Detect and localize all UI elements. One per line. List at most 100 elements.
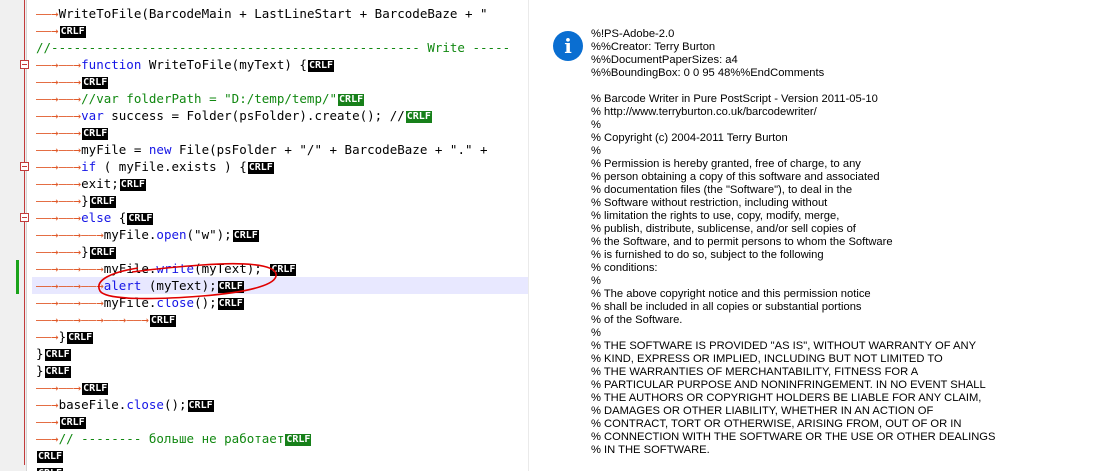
- code-token: //var folderPath = "D:/temp/temp/": [81, 91, 338, 106]
- tab-arrow-icon: ——→: [58, 261, 82, 276]
- code-line[interactable]: ——→ CRLF: [36, 413, 86, 430]
- crlf-marker: CRLF: [37, 451, 64, 463]
- code-line[interactable]: ——→} CRLF: [36, 328, 94, 345]
- fold-toggle-icon[interactable]: [20, 60, 29, 69]
- code-line[interactable]: ——→——→//var folderPath = "D:/temp/temp/"…: [36, 90, 365, 107]
- tab-arrow-icon: ——→: [36, 244, 59, 259]
- crlf-marker: CRLF: [270, 264, 297, 276]
- code-line[interactable]: CRLF: [36, 464, 64, 471]
- code-editor[interactable]: ——→ WriteToFile(BarcodeMain + LastLineSta…: [0, 0, 528, 471]
- code-line[interactable]: ——→——→else {CRLF: [36, 209, 154, 226]
- code-token: ();: [163, 397, 187, 412]
- crlf-marker: CRLF: [44, 349, 71, 361]
- code-line[interactable]: //--------------------------------------…: [36, 39, 510, 56]
- code-line[interactable]: ——→——→function WriteToFile(myText) {CRLF: [36, 56, 335, 73]
- tab-arrow-icon: ——→: [36, 210, 59, 225]
- code-line[interactable]: ——→ CRLF: [36, 22, 86, 39]
- code-line[interactable]: ——→——→var success = Folder(psFolder).cre…: [36, 107, 432, 124]
- tab-arrow-icon: ——→: [103, 312, 127, 327]
- code-token: WriteToFile: [58, 6, 142, 21]
- code-line[interactable]: ——→——→ CRLF: [36, 73, 109, 90]
- code-line[interactable]: ——→——→ CRLF: [36, 124, 109, 141]
- code-line[interactable]: ——→——→——→——→——→ CRLF: [36, 311, 176, 328]
- tab-arrow-icon: ——→: [58, 125, 82, 140]
- code-line[interactable]: ——→WriteToFile(BarcodeMain + LastLineSta…: [36, 5, 488, 22]
- crlf-marker: CRLF: [59, 417, 86, 429]
- crlf-marker: CRLF: [232, 230, 259, 242]
- tab-arrow-icon: ——→: [58, 278, 82, 293]
- crlf-marker: CRLF: [247, 162, 274, 174]
- code-token: else: [81, 210, 112, 225]
- tab-arrow-icon: ——→: [58, 159, 82, 174]
- code-token: baseFile.: [58, 397, 127, 412]
- crlf-marker: CRLF: [67, 332, 94, 344]
- code-line[interactable]: ——→baseFile.close(); CRLF: [36, 396, 214, 413]
- code-token: }: [81, 193, 89, 208]
- code-token: WriteToFile(myText) {: [141, 57, 307, 72]
- tab-arrow-icon: ——→: [36, 380, 59, 395]
- crlf-marker: CRLF: [217, 298, 244, 310]
- crlf-marker: CRLF: [82, 383, 109, 395]
- code-line[interactable]: ——→——→} CRLF: [36, 192, 116, 209]
- tab-arrow-icon: ——→: [36, 57, 59, 72]
- code-line[interactable]: ——→——→if ( myFile.exists ) {CRLF: [36, 158, 274, 175]
- code-token: (myText);: [141, 278, 217, 293]
- fold-guide-line: [24, 0, 25, 465]
- crlf-marker: CRLF: [127, 213, 154, 225]
- code-line[interactable]: ——→// -------- больше не работает CRLF: [36, 430, 312, 447]
- tab-arrow-icon: ——→: [36, 125, 59, 140]
- tab-arrow-icon: ——→: [36, 227, 59, 242]
- info-icon: i: [553, 31, 583, 61]
- crlf-marker: CRLF: [187, 400, 214, 412]
- code-token: alert: [103, 278, 142, 293]
- code-line[interactable]: ——→——→——→alert (myText); CRLF: [32, 277, 528, 294]
- code-token: }: [58, 329, 67, 344]
- code-line[interactable]: } CRLF: [36, 362, 71, 379]
- crlf-marker: CRLF: [82, 77, 109, 89]
- code-token: //--------------------------------------…: [36, 40, 511, 55]
- tab-arrow-icon: ——→: [81, 312, 104, 327]
- tab-arrow-icon: ——→: [36, 295, 59, 310]
- tab-arrow-icon: ——→: [36, 431, 59, 446]
- code-token: open: [156, 227, 187, 242]
- code-line[interactable]: } CRLF: [36, 345, 71, 362]
- tab-arrow-icon: ——→: [81, 278, 104, 293]
- code-line[interactable]: ——→——→} CRLF: [36, 243, 116, 260]
- crlf-marker: CRLF: [89, 247, 116, 259]
- tab-arrow-icon: ——→: [126, 312, 149, 327]
- tab-arrow-icon: ——→: [58, 210, 82, 225]
- tab-arrow-icon: ——→: [36, 278, 59, 293]
- code-token: myFile =: [81, 142, 149, 157]
- code-line[interactable]: ——→——→——→myFile.write(myText); CRLF: [36, 260, 297, 277]
- tab-arrow-icon: ——→: [58, 91, 82, 106]
- crlf-marker: CRLF: [59, 26, 86, 38]
- code-line[interactable]: ——→——→myFile = new File(psFolder + "/" +…: [36, 141, 488, 158]
- tab-arrow-icon: ——→: [58, 176, 82, 191]
- crlf-marker: CRLF: [307, 60, 335, 72]
- code-token: new: [148, 142, 172, 157]
- crlf-marker: CRLF: [217, 281, 244, 293]
- code-token: (BarcodeMain + LastLineStart + BarcodeBa…: [141, 6, 488, 21]
- tab-arrow-icon: ——→: [36, 108, 59, 123]
- tab-arrow-icon: ——→: [58, 57, 82, 72]
- fold-toggle-icon[interactable]: [20, 213, 29, 222]
- code-token: exit;: [81, 176, 119, 191]
- alert-dialog: i %!PS-Adobe-2.0 %%Creator: Terry Burton…: [528, 0, 1094, 471]
- crlf-marker: CRLF: [149, 315, 176, 327]
- code-line[interactable]: ——→——→——→myFile.open("w"); CRLF: [36, 226, 259, 243]
- crlf-marker: CRLF: [338, 94, 365, 106]
- code-token: if: [81, 159, 97, 174]
- tab-arrow-icon: ——→: [36, 23, 59, 38]
- change-bar: [16, 260, 19, 294]
- code-line[interactable]: ——→——→——→myFile.close(); CRLF: [36, 294, 244, 311]
- code-token: close: [126, 397, 164, 412]
- code-line[interactable]: ——→——→ CRLF: [36, 379, 109, 396]
- alert-message: %!PS-Adobe-2.0 %%Creator: Terry Burton %…: [591, 28, 996, 456]
- fold-toggle-icon[interactable]: [20, 162, 29, 171]
- code-token: write: [156, 261, 195, 276]
- editor-gutter: [0, 0, 29, 471]
- code-line[interactable]: CRLF: [36, 447, 64, 464]
- tab-arrow-icon: ——→: [58, 244, 82, 259]
- code-line[interactable]: ——→——→exit; CRLF: [36, 175, 146, 192]
- code-token: ();: [194, 295, 217, 310]
